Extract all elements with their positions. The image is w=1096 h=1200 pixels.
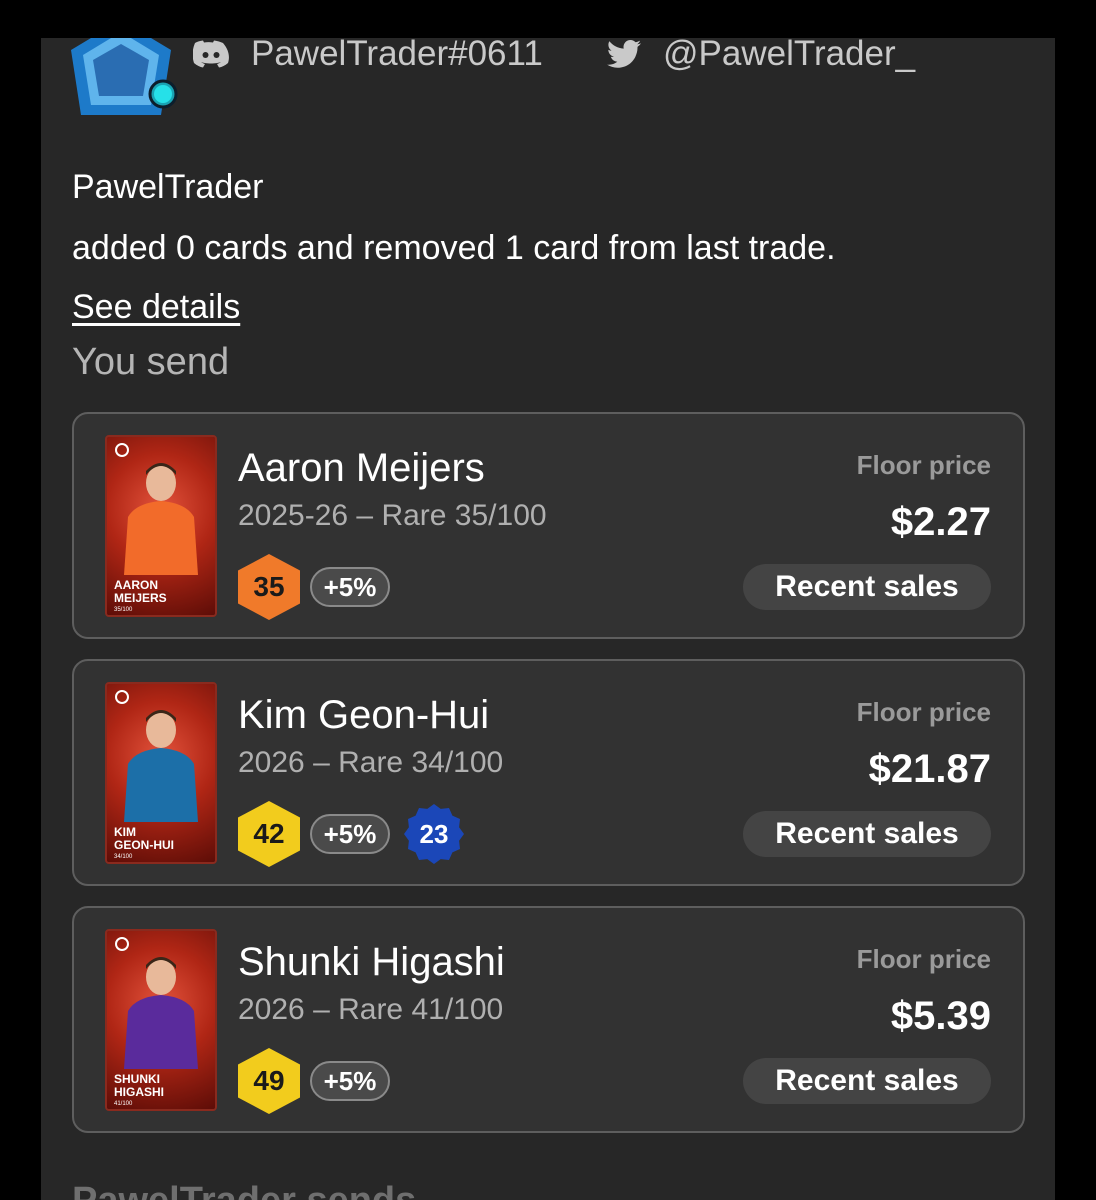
special-edition-number: 23	[419, 818, 449, 849]
card-badges: 35 +5%	[238, 554, 390, 620]
floor-price-label: Floor price	[856, 944, 991, 974]
floor-price-label: Floor price	[856, 697, 991, 727]
recent-sales-button[interactable]: Recent sales	[743, 564, 991, 610]
card-badges: 42 +5% 23	[238, 801, 464, 867]
bonus-badge: +5%	[310, 814, 390, 854]
card-player-name-line: GEON-HUI	[114, 838, 174, 852]
card-player-name: AARON MEIJERS	[114, 579, 167, 605]
player-rating-badge: 42	[238, 801, 300, 867]
recent-sales-button[interactable]: Recent sales	[743, 811, 991, 857]
trade-card[interactable]: KIM GEON-HUI 34/100 Kim Geon-Hui 2026 – R…	[72, 659, 1025, 886]
player-card-image[interactable]: AARON MEIJERS 35/100	[105, 435, 217, 617]
discord-icon	[193, 40, 229, 68]
card-player-name-line: HIGASHI	[114, 1085, 165, 1099]
card-season-rarity: 2026 – Rare 34/100	[238, 746, 504, 779]
they-send-heading: PawelTrader sends	[72, 1180, 416, 1200]
card-serial: 34/100	[114, 854, 133, 860]
twitter-handle-text: @PawelTrader_	[663, 38, 916, 73]
twitter-handle[interactable]: @PawelTrader_	[607, 38, 915, 74]
discord-handle[interactable]: PawelTrader#0611	[193, 38, 543, 74]
player-card-image[interactable]: SHUNKI HIGASHI 41/100	[105, 929, 217, 1111]
user-level-badge-icon	[71, 38, 178, 115]
player-name: Shunki Higashi	[238, 940, 505, 984]
card-season-rarity: 2025-26 – Rare 35/100	[238, 499, 547, 532]
floor-price-value: $2.27	[890, 500, 991, 544]
card-season-rarity: 2026 – Rare 41/100	[238, 993, 504, 1026]
floor-price-label: Floor price	[856, 450, 991, 480]
card-player-name-line: MEIJERS	[114, 591, 167, 605]
card-serial: 41/100	[114, 1101, 133, 1107]
discord-handle-text: PawelTrader#0611	[251, 38, 543, 73]
card-serial: 35/100	[114, 607, 133, 613]
player-rating-badge: 35	[238, 554, 300, 620]
card-player-name: SHUNKI HIGASHI	[114, 1073, 164, 1099]
see-details-link[interactable]: See details	[72, 288, 240, 327]
player-portrait-icon	[124, 463, 198, 575]
player-rating-badge: 49	[238, 1048, 300, 1114]
player-portrait-icon	[124, 710, 198, 822]
trader-username: PawelTrader	[72, 168, 264, 206]
twitter-icon	[607, 40, 641, 68]
player-portrait-icon	[124, 957, 198, 1069]
floor-price-value: $21.87	[868, 747, 991, 791]
card-player-name: KIM GEON-HUI	[114, 826, 174, 852]
card-badges: 49 +5%	[238, 1048, 390, 1114]
recent-sales-button[interactable]: Recent sales	[743, 1058, 991, 1104]
special-edition-badge: 23	[404, 804, 464, 864]
bonus-badge: +5%	[310, 567, 390, 607]
floor-price-value: $5.39	[890, 994, 991, 1038]
trade-card[interactable]: SHUNKI HIGASHI 41/100 Shunki Higashi 2026…	[72, 906, 1025, 1133]
trade-card[interactable]: AARON MEIJERS 35/100 Aaron Meijers 2025-2…	[72, 412, 1025, 639]
trade-panel: PawelTrader#0611 @PawelTrader_ PawelTrad…	[41, 38, 1055, 1200]
player-name: Aaron Meijers	[238, 446, 485, 490]
trade-summary: added 0 cards and removed 1 card from la…	[72, 229, 836, 267]
you-send-heading: You send	[72, 341, 230, 383]
player-card-image[interactable]: KIM GEON-HUI 34/100	[105, 682, 217, 864]
bonus-badge: +5%	[310, 1061, 390, 1101]
player-name: Kim Geon-Hui	[238, 693, 490, 737]
